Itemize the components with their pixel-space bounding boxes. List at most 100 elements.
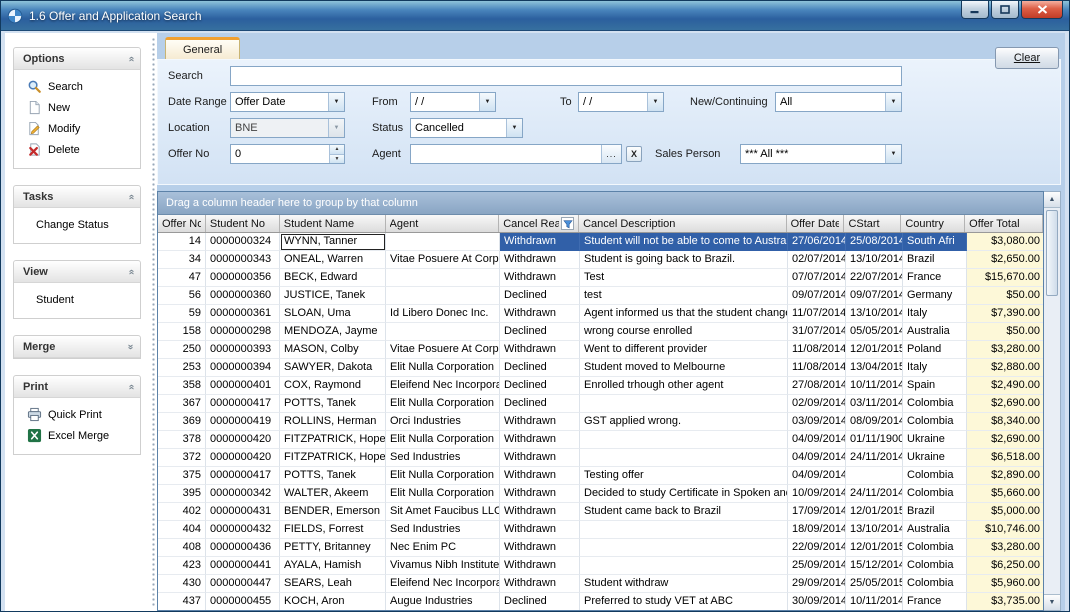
grid-cell[interactable]: 04/09/2014 bbox=[788, 431, 846, 449]
grid-cell[interactable]: 12/01/2015 bbox=[846, 503, 903, 521]
grid-cell[interactable]: Elit Nulla Corporation bbox=[386, 431, 500, 449]
grid-cell[interactable]: Colombia bbox=[903, 467, 967, 485]
grid-cell[interactable]: 0000000401 bbox=[206, 377, 280, 395]
grid-cell[interactable]: Elit Nulla Corporation bbox=[386, 359, 500, 377]
grid-cell[interactable]: South Afri bbox=[903, 233, 967, 251]
table-row[interactable]: 2500000000393MASON, ColbyVitae Posuere A… bbox=[158, 341, 1043, 359]
grid-cell[interactable]: PETTY, Britanney bbox=[280, 539, 386, 557]
grid-cell[interactable]: WYNN, Tanner bbox=[280, 233, 386, 251]
grid-cell[interactable]: FIELDS, Forrest bbox=[280, 521, 386, 539]
grid-cell[interactable] bbox=[580, 431, 788, 449]
grid-cell[interactable] bbox=[846, 467, 903, 485]
vertical-scrollbar[interactable]: ▲ ▼ bbox=[1044, 191, 1061, 611]
offer-no-stepper[interactable]: 0 ▲ ▼ bbox=[230, 144, 345, 164]
table-row[interactable]: 470000000356BECK, EdwardWithdrawnTest07/… bbox=[158, 269, 1043, 287]
grid-cell[interactable]: $3,735.00 bbox=[967, 593, 1043, 610]
sidebar-panel-header-print[interactable]: Print« bbox=[14, 376, 140, 398]
grid-cell[interactable]: 13/10/2014 bbox=[846, 521, 903, 539]
column-header-agent[interactable]: Agent bbox=[386, 215, 500, 232]
grid-cell[interactable]: 0000000324 bbox=[206, 233, 280, 251]
grid-cell[interactable]: 04/09/2014 bbox=[788, 467, 846, 485]
grid-cell[interactable]: 437 bbox=[158, 593, 206, 610]
grid-cell[interactable]: Colombia bbox=[903, 485, 967, 503]
grid-cell[interactable]: 375 bbox=[158, 467, 206, 485]
grid-cell[interactable]: Eleifend Nec Incorpora bbox=[386, 575, 500, 593]
grid-cell[interactable]: Student moved to Melbourne bbox=[580, 359, 788, 377]
group-by-panel[interactable]: Drag a column header here to group by th… bbox=[158, 192, 1043, 215]
grid-cell[interactable]: Poland bbox=[903, 341, 967, 359]
column-header-offer-no[interactable]: Offer No bbox=[158, 215, 206, 232]
chevron-down-icon[interactable]: ▼ bbox=[328, 119, 344, 137]
grid-cell[interactable]: Orci Industries bbox=[386, 413, 500, 431]
grid-cell[interactable]: 18/09/2014 bbox=[788, 521, 846, 539]
grid-cell[interactable]: Preferred to study VET at ABC bbox=[580, 593, 788, 610]
grid-cell[interactable]: $3,280.00 bbox=[967, 539, 1043, 557]
grid-cell[interactable]: 08/09/2014 bbox=[846, 413, 903, 431]
grid-cell[interactable]: Ukraine bbox=[903, 431, 967, 449]
grid-cell[interactable]: 11/07/2014 bbox=[788, 305, 846, 323]
location-select[interactable]: BNE ▼ bbox=[230, 118, 345, 138]
grid-cell[interactable]: $50.00 bbox=[967, 287, 1043, 305]
grid-cell[interactable]: 0000000393 bbox=[206, 341, 280, 359]
sidebar-panel-header-tasks[interactable]: Tasks« bbox=[14, 186, 140, 208]
table-row[interactable]: 4020000000431BENDER, EmersonSit Amet Fau… bbox=[158, 503, 1043, 521]
grid-cell[interactable]: 59 bbox=[158, 305, 206, 323]
titlebar[interactable]: 1.6 Offer and Application Search bbox=[1, 1, 1069, 31]
grid-cell[interactable]: 03/09/2014 bbox=[788, 413, 846, 431]
grid-cell[interactable]: 04/09/2014 bbox=[788, 449, 846, 467]
sidebar-item-new[interactable]: New bbox=[14, 97, 140, 118]
sidebar-panel-header-merge[interactable]: Merge« bbox=[14, 336, 140, 358]
grid-cell[interactable]: Testing offer bbox=[580, 467, 788, 485]
grid-cell[interactable]: Withdrawn bbox=[500, 485, 580, 503]
table-row[interactable]: 3950000000342WALTER, AkeemElit Nulla Cor… bbox=[158, 485, 1043, 503]
grid-cell[interactable]: BECK, Edward bbox=[280, 269, 386, 287]
grid-cell[interactable]: 17/09/2014 bbox=[788, 503, 846, 521]
grid-cell[interactable]: 372 bbox=[158, 449, 206, 467]
grid-cell[interactable]: 09/07/2014 bbox=[846, 287, 903, 305]
grid-cell[interactable]: test bbox=[580, 287, 788, 305]
grid-cell[interactable]: 15/12/2014 bbox=[846, 557, 903, 575]
grid-cell[interactable]: WALTER, Akeem bbox=[280, 485, 386, 503]
grid-cell[interactable]: 22/07/2014 bbox=[846, 269, 903, 287]
grid-cell[interactable]: 25/08/2014 bbox=[846, 233, 903, 251]
grid-cell[interactable] bbox=[386, 323, 500, 341]
grid-cell[interactable]: 367 bbox=[158, 395, 206, 413]
grid-cell[interactable]: SEARS, Leah bbox=[280, 575, 386, 593]
table-row[interactable]: 590000000361SLOAN, UmaId Libero Donec In… bbox=[158, 305, 1043, 323]
grid-cell[interactable]: $8,340.00 bbox=[967, 413, 1043, 431]
grid-cell[interactable]: 0000000431 bbox=[206, 503, 280, 521]
grid-cell[interactable]: Declined bbox=[500, 593, 580, 610]
table-row[interactable]: 4230000000441AYALA, HamishVivamus Nibh I… bbox=[158, 557, 1043, 575]
grid-cell[interactable]: Withdrawn bbox=[500, 449, 580, 467]
grid-cell[interactable]: Colombia bbox=[903, 575, 967, 593]
agent-browse-button[interactable]: ... bbox=[601, 145, 621, 163]
grid-cell[interactable]: Colombia bbox=[903, 413, 967, 431]
grid-cell[interactable]: 01/11/1900 bbox=[846, 431, 903, 449]
sidebar-panel-header-view[interactable]: View« bbox=[14, 261, 140, 283]
table-row[interactable]: 340000000343ONEAL, WarrenVitae Posuere A… bbox=[158, 251, 1043, 269]
grid-cell[interactable]: France bbox=[903, 593, 967, 610]
grid-cell[interactable]: Ukraine bbox=[903, 449, 967, 467]
to-date-select[interactable]: / / ▼ bbox=[578, 92, 664, 112]
grid-cell[interactable]: 0000000298 bbox=[206, 323, 280, 341]
grid-cell[interactable]: $50.00 bbox=[967, 323, 1043, 341]
grid-cell[interactable]: 12/01/2015 bbox=[846, 539, 903, 557]
sidebar-panel-header-options[interactable]: Options« bbox=[14, 48, 140, 70]
grid-cell[interactable]: Sit Amet Faucibus LLC bbox=[386, 503, 500, 521]
column-header-cancel-description[interactable]: Cancel Description bbox=[579, 215, 787, 232]
grid-cell[interactable]: 27/06/2014 bbox=[788, 233, 846, 251]
grid-cell[interactable]: $2,650.00 bbox=[967, 251, 1043, 269]
grid-cell[interactable]: 02/09/2014 bbox=[788, 395, 846, 413]
grid-cell[interactable]: 0000000343 bbox=[206, 251, 280, 269]
grid-cell[interactable]: BENDER, Emerson bbox=[280, 503, 386, 521]
agent-field[interactable]: ... bbox=[410, 144, 622, 164]
chevron-down-icon[interactable]: ▼ bbox=[479, 93, 495, 111]
table-row[interactable]: 3750000000417POTTS, TanekElit Nulla Corp… bbox=[158, 467, 1043, 485]
search-input[interactable] bbox=[230, 66, 902, 86]
grid-cell[interactable]: 0000000432 bbox=[206, 521, 280, 539]
grid-cell[interactable]: 07/07/2014 bbox=[788, 269, 846, 287]
grid-cell[interactable]: 13/04/2015 bbox=[846, 359, 903, 377]
table-row[interactable]: 2530000000394SAWYER, DakotaElit Nulla Co… bbox=[158, 359, 1043, 377]
grid-cell[interactable]: Colombia bbox=[903, 557, 967, 575]
grid-cell[interactable]: 31/07/2014 bbox=[788, 323, 846, 341]
